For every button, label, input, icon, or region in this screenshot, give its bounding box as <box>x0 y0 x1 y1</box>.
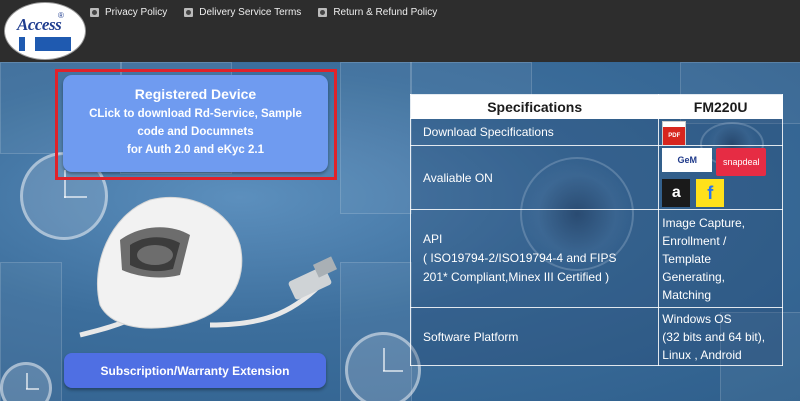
page: Access ® Privacy Policy Delivery Service… <box>0 0 800 401</box>
api-value-line: Enrollment / <box>662 233 727 248</box>
api-description-2: 201* Compliant,Minex III Certified ) <box>423 270 610 284</box>
available-cell: GeM snapdeal a f <box>658 145 783 210</box>
nav-return-refund-policy[interactable]: Return & Refund Policy <box>318 5 437 19</box>
api-value-line: Template <box>662 251 711 266</box>
download-specifications-label: Download Specifications <box>409 118 660 146</box>
document-icon <box>318 7 328 17</box>
software-platform-label: Software Platform <box>409 307 660 366</box>
api-value-line: Generating, <box>662 269 726 284</box>
description-line-1: CLick to download Rd-Service, Sample <box>89 108 302 120</box>
amazon-store-icon[interactable]: a <box>662 179 691 207</box>
table-row: Software Platform Windows OS (32 bits an… <box>409 307 783 366</box>
flipkart-store-icon[interactable]: f <box>696 179 725 207</box>
registered-mark: ® <box>58 11 64 20</box>
description-line-2: code and Documnets <box>137 126 254 138</box>
store-icons: GeM snapdeal a f <box>662 146 772 209</box>
api-value-line: Matching <box>662 287 711 302</box>
nav-label: Privacy Policy <box>105 6 168 18</box>
nav-delivery-service-terms[interactable]: Delivery Service Terms <box>184 5 301 19</box>
table-row: Avaliable ON GeM snapdeal a f <box>409 145 783 210</box>
api-description-1: ( ISO19794-2/ISO19794-4 and FIPS <box>423 251 617 265</box>
subscription-warranty-button[interactable]: Subscription/Warranty Extension <box>64 353 326 388</box>
table-header-row: Specifications FM220U <box>409 94 783 119</box>
api-value-line: Image Capture, <box>662 215 746 230</box>
top-nav: Privacy Policy Delivery Service Terms Re… <box>90 5 454 19</box>
specifications-table: Specifications FM220U Download Specifica… <box>409 94 783 366</box>
model-header: FM220U <box>658 94 783 119</box>
gem-store-icon[interactable]: GeM <box>662 148 713 172</box>
logo-bar-accent <box>25 37 35 51</box>
fingerprint-scanner-image <box>79 196 338 338</box>
registered-device-title: Registered Device <box>134 86 257 102</box>
specifications-header: Specifications <box>409 94 660 119</box>
download-cell <box>658 118 783 146</box>
nav-label: Return & Refund Policy <box>333 6 438 18</box>
registered-device-button[interactable]: Registered Device CLick to download Rd-S… <box>63 75 328 172</box>
description-line-3: for Auth 2.0 and eKyc 2.1 <box>127 144 264 156</box>
document-icon <box>90 7 99 17</box>
available-on-label: Avaliable ON <box>409 145 660 210</box>
api-label: API <box>423 232 443 246</box>
platform-value-line: Windows OS <box>662 311 732 326</box>
document-icon <box>184 7 194 17</box>
access-logo[interactable]: Access ® <box>4 2 86 60</box>
nav-label: Delivery Service Terms <box>199 6 302 18</box>
registered-device-description: CLick to download Rd-Service, Sample cod… <box>63 105 328 159</box>
table-row: Download Specifications <box>409 118 783 146</box>
top-header: Access ® Privacy Policy Delivery Service… <box>0 0 800 62</box>
platform-value-line: (32 bits and 64 bit), <box>662 329 766 344</box>
platform-value-line: Linux , Android <box>662 347 742 362</box>
snapdeal-store-icon[interactable]: snapdeal <box>716 148 767 176</box>
api-value-cell: Image Capture, Enrollment / Template Gen… <box>658 209 783 308</box>
table-row: API ( ISO19794-2/ISO19794-4 and FIPS 201… <box>409 209 783 308</box>
pdf-icon[interactable] <box>662 121 687 145</box>
api-cell: API ( ISO19794-2/ISO19794-4 and FIPS 201… <box>409 209 660 308</box>
nav-privacy-policy[interactable]: Privacy Policy <box>90 5 167 19</box>
software-platform-value: Windows OS (32 bits and 64 bit), Linux ,… <box>658 307 783 366</box>
logo-text: Access <box>17 15 62 34</box>
